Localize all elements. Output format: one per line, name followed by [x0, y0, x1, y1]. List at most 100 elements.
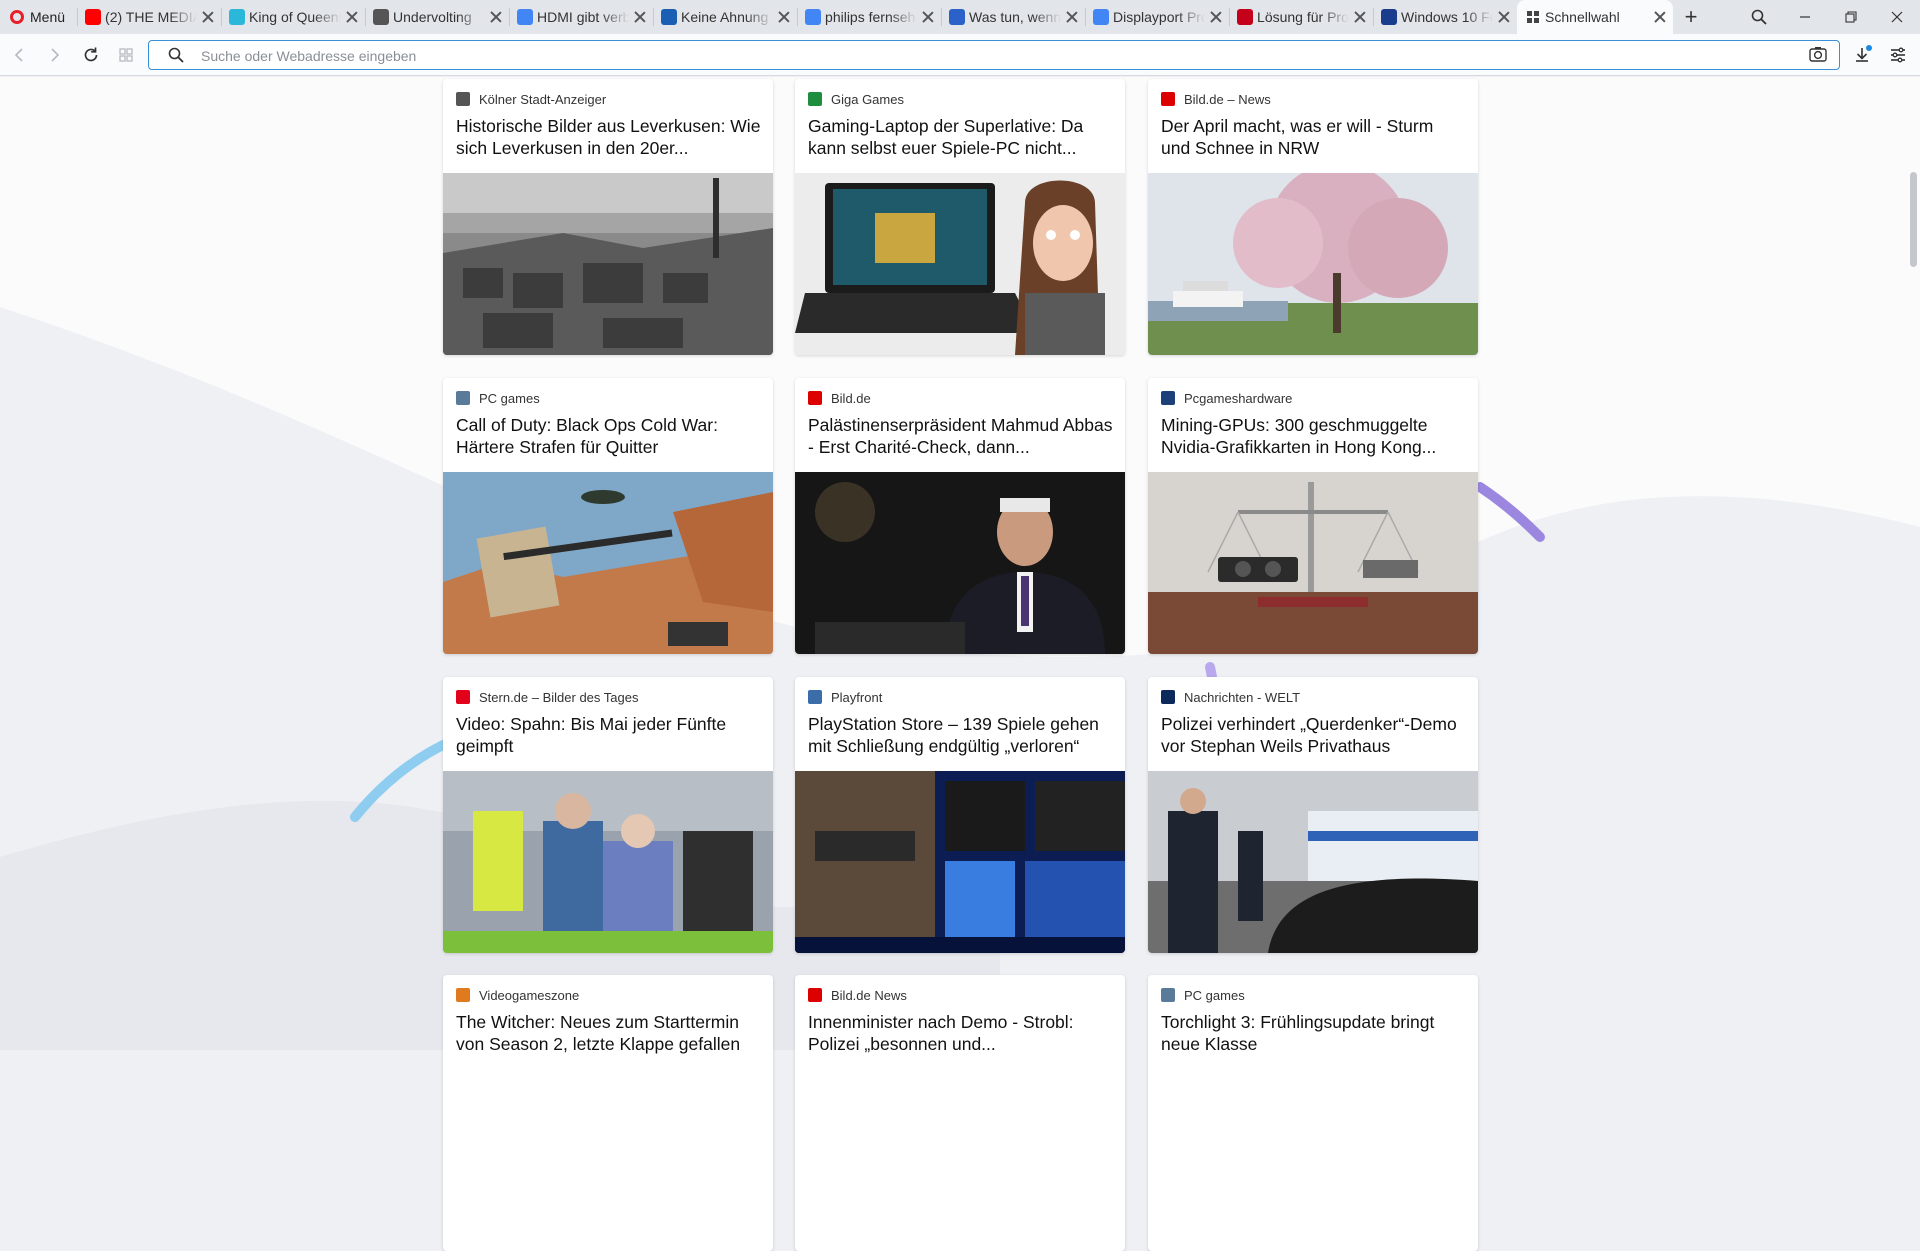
page-scrollbar[interactable] [1906, 77, 1920, 1050]
gaming-laptop-photo[interactable] [795, 173, 1125, 355]
address-bar[interactable] [148, 40, 1840, 70]
news-card[interactable]: Nachrichten - WELT Polizei verhindert „Qu… [1148, 677, 1478, 953]
minimize-icon [1800, 16, 1810, 18]
easy-setup-icon[interactable] [1888, 45, 1908, 65]
ps-store-photo[interactable] [795, 771, 1125, 953]
news-card[interactable]: Giga Games Gaming-Laptop der Superlative:… [795, 79, 1125, 355]
browser-tab[interactable]: Was tun, wenn [941, 0, 1085, 34]
tab-title: Undervolting [393, 9, 472, 25]
news-card[interactable]: Pcgameshardware Mining-GPUs: 300 geschmug… [1148, 378, 1478, 654]
minimize-button[interactable] [1782, 0, 1828, 34]
stern-icon [456, 690, 470, 704]
new-tab-button[interactable]: + [1673, 0, 1709, 34]
close-tab-icon[interactable] [1065, 10, 1079, 24]
soldier-photo[interactable] [443, 472, 773, 654]
news-source-name: Pcgameshardware [1184, 390, 1293, 406]
news-source: Playfront [808, 689, 882, 705]
police-photo[interactable] [1148, 771, 1478, 953]
close-tab-icon[interactable] [345, 10, 359, 24]
close-window-button[interactable] [1874, 0, 1920, 34]
browser-tab[interactable]: Keine Ahnung [653, 0, 797, 34]
cherry-tree-photo[interactable] [1148, 173, 1478, 355]
browser-tab[interactable]: philips fernseher [797, 0, 941, 34]
news-card[interactable]: Videogameszone The Witcher: Neues zum Sta… [443, 975, 773, 1251]
reload-icon[interactable] [81, 45, 101, 65]
news-source: Bild.de – News [1161, 91, 1271, 107]
close-icon [1891, 11, 1903, 23]
browser-tab[interactable]: Displayport Problem [1085, 0, 1229, 34]
news-card[interactable]: PC games Call of Duty: Black Ops Cold War… [443, 378, 773, 654]
vaccination-photo[interactable] [443, 771, 773, 953]
news-headline[interactable]: Der April macht, was er will - Sturm und… [1161, 115, 1467, 159]
browser-tab[interactable]: Lösung für Probleme [1229, 0, 1373, 34]
news-source-name: Kölner Stadt-Anzeiger [479, 91, 607, 107]
close-tab-icon[interactable] [1653, 10, 1667, 24]
document-icon [373, 9, 390, 25]
close-tab-icon[interactable] [1353, 10, 1367, 24]
site-icon [949, 9, 966, 25]
youtube-icon [85, 9, 102, 25]
browser-tab[interactable]: Undervolting [365, 0, 509, 34]
news-card[interactable]: Kölner Stadt-Anzeiger Historische Bilder … [443, 79, 773, 355]
scale-gpu-photo[interactable] [1148, 472, 1478, 654]
news-source-name: Playfront [831, 689, 883, 705]
pcgames-icon [456, 391, 470, 405]
back-icon[interactable] [10, 45, 30, 65]
close-tab-icon[interactable] [489, 10, 503, 24]
close-tab-icon[interactable] [1497, 10, 1511, 24]
news-card[interactable]: Bild.de Palästinenserpräsident Mahmud Abb… [795, 378, 1125, 654]
news-card[interactable]: Playfront PlayStation Store – 139 Spiele … [795, 677, 1125, 953]
news-headline[interactable]: Polizei verhindert „Querdenker“-Demo vor… [1161, 713, 1467, 757]
news-headline[interactable]: Video: Spahn: Bis Mai jeder Fünfte geimp… [456, 713, 762, 757]
site-icon [661, 9, 678, 25]
window-controls [1736, 0, 1920, 34]
close-tab-icon[interactable] [777, 10, 791, 24]
vgz-icon [456, 988, 470, 1002]
browser-tab[interactable]: Schnellwahl [1517, 0, 1674, 34]
scrollbar-thumb[interactable] [1910, 172, 1917, 267]
abbas-photo[interactable] [795, 472, 1125, 654]
close-tab-icon[interactable] [921, 10, 935, 24]
browser-tab[interactable]: King of Queens [221, 0, 365, 34]
news-headline[interactable]: Gaming-Laptop der Superlative: Da kann s… [808, 115, 1114, 159]
news-source-name: PC games [479, 390, 540, 406]
news-source-name: PC games [1184, 987, 1245, 1003]
news-headline[interactable]: Mining-GPUs: 300 geschmuggelte Nvidia-Gr… [1161, 414, 1467, 458]
close-tab-icon[interactable] [1209, 10, 1223, 24]
news-headline[interactable]: Innenminister nach Demo - Strobl: Polize… [808, 1011, 1114, 1055]
news-headline[interactable]: PlayStation Store – 139 Spiele gehen mit… [808, 713, 1114, 757]
forward-icon[interactable] [44, 45, 64, 65]
news-source: Stern.de – Bilder des Tages [456, 689, 638, 705]
news-source: Nachrichten - WELT [1161, 689, 1300, 705]
news-card[interactable]: Stern.de – Bilder des Tages Video: Spahn:… [443, 677, 773, 953]
browser-tab[interactable]: (2) THE MEDIA [77, 0, 221, 34]
opera-menu-button[interactable]: Menü [0, 0, 77, 34]
historic-city-photo[interactable] [443, 173, 773, 355]
bild-icon [808, 391, 822, 405]
ksta-icon [456, 92, 470, 106]
downloads-icon[interactable] [1852, 45, 1872, 65]
news-card[interactable]: Bild.de News Innenminister nach Demo - St… [795, 975, 1125, 1251]
news-headline[interactable]: Historische Bilder aus Leverkusen: Wie s… [456, 115, 762, 159]
news-headline[interactable]: Palästinenserpräsident Mahmud Abbas - Er… [808, 414, 1114, 458]
tab-strip: Menü (2) THE MEDIA King of Queens Undervol… [0, 0, 1920, 34]
close-tab-icon[interactable] [201, 10, 215, 24]
news-headline[interactable]: Call of Duty: Black Ops Cold War: Härter… [456, 414, 762, 458]
restore-icon [1845, 11, 1857, 23]
restore-button[interactable] [1828, 0, 1874, 34]
search-tabs-button[interactable] [1736, 0, 1782, 34]
news-source-name: Bild.de [831, 390, 871, 406]
i-icon [1381, 9, 1398, 25]
playfront-icon [808, 690, 822, 704]
news-headline[interactable]: The Witcher: Neues zum Starttermin von S… [456, 1011, 762, 1055]
close-tab-icon[interactable] [633, 10, 647, 24]
news-source: Giga Games [808, 91, 904, 107]
news-card[interactable]: Bild.de – News Der April macht, was er wi… [1148, 79, 1478, 355]
browser-tab[interactable]: HDMI gibt verbindung [509, 0, 653, 34]
snapshot-camera-icon[interactable] [1809, 46, 1827, 62]
address-input[interactable] [199, 45, 1703, 67]
news-headline[interactable]: Torchlight 3: Frühlingsupdate bringt neu… [1161, 1011, 1467, 1055]
browser-tab[interactable]: Windows 10 Forum [1373, 0, 1517, 34]
news-card[interactable]: PC games Torchlight 3: Frühlingsupdate br… [1148, 975, 1478, 1251]
speed-dial-grid-icon[interactable] [116, 45, 136, 65]
